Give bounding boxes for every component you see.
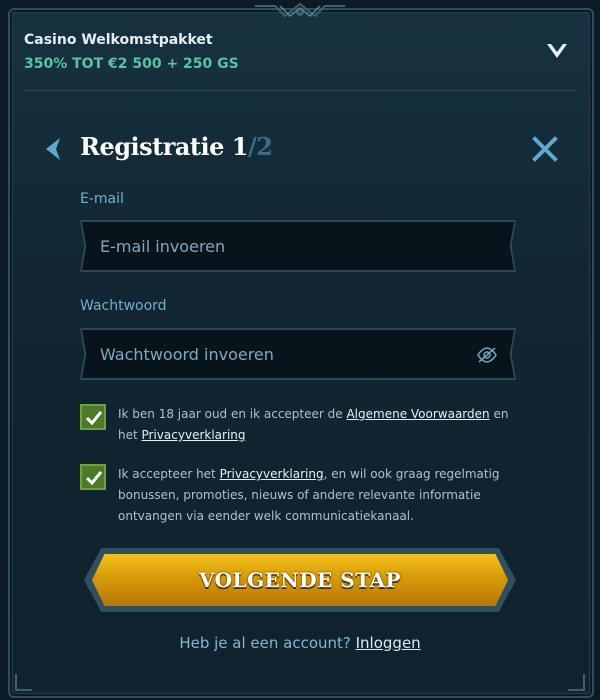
consent-marketing-text: Ik accepteer het Privacyverklaring, en w… xyxy=(118,464,518,527)
password-placeholder: Wachtwoord invoeren xyxy=(100,345,274,364)
email-label: E-mail xyxy=(80,191,124,207)
checkmark-icon xyxy=(85,411,103,426)
email-placeholder: E-mail invoeren xyxy=(100,237,226,256)
welcome-bonus-banner: Casino Welkomstpakket 350% TOT €2 500 + … xyxy=(20,26,580,88)
consent-terms-row: Ik ben 18 jaar oud en ik accepteer de Al… xyxy=(80,404,520,448)
consent-text: Ik ben 18 jaar oud en ik accepteer de xyxy=(118,407,347,421)
consent-marketing-checkbox[interactable] xyxy=(80,464,106,490)
privacy-link[interactable]: Privacyverklaring xyxy=(220,467,324,481)
login-question: Heb je al een account? xyxy=(179,634,356,652)
page-title: Registratie 1/2 xyxy=(80,132,273,161)
chevron-left-icon[interactable] xyxy=(40,134,68,164)
consent-text: Ik accepteer het xyxy=(118,467,220,481)
password-field[interactable]: Wachtwoord invoeren xyxy=(80,328,516,380)
corner-ornament-icon xyxy=(15,674,32,691)
consent-terms-checkbox[interactable] xyxy=(80,404,106,430)
close-icon[interactable] xyxy=(530,134,560,164)
divider xyxy=(22,90,578,91)
login-link[interactable]: Inloggen xyxy=(356,634,421,652)
eye-off-icon[interactable] xyxy=(476,346,498,364)
bonus-offer: 350% TOT €2 500 + 250 GS xyxy=(24,56,239,72)
registration-header: Registratie 1/2 xyxy=(40,130,560,170)
terms-link[interactable]: Algemene Voorwaarden xyxy=(346,407,489,421)
consent-marketing-row: Ik accepteer het Privacyverklaring, en w… xyxy=(80,464,520,530)
chevron-down-icon[interactable] xyxy=(544,40,570,62)
checkmark-icon xyxy=(85,471,103,486)
consent-terms-text: Ik ben 18 jaar oud en ik accepteer de Al… xyxy=(118,404,518,446)
privacy-link[interactable]: Privacyverklaring xyxy=(142,428,246,442)
corner-ornament-icon xyxy=(568,674,585,691)
email-field[interactable]: E-mail invoeren xyxy=(80,220,516,272)
registration-step: /2 xyxy=(247,132,273,161)
top-ornament-icon xyxy=(255,2,345,18)
next-step-button[interactable]: VOLGENDE STAP xyxy=(92,554,508,606)
next-step-label: VOLGENDE STAP xyxy=(198,568,402,592)
password-label: Wachtwoord xyxy=(80,298,167,314)
login-prompt: Heb je al een account? Inloggen xyxy=(0,634,600,652)
bonus-title: Casino Welkomstpakket xyxy=(24,32,213,48)
next-step-button-frame: VOLGENDE STAP xyxy=(84,548,516,612)
registration-title: Registratie 1 xyxy=(80,132,248,161)
